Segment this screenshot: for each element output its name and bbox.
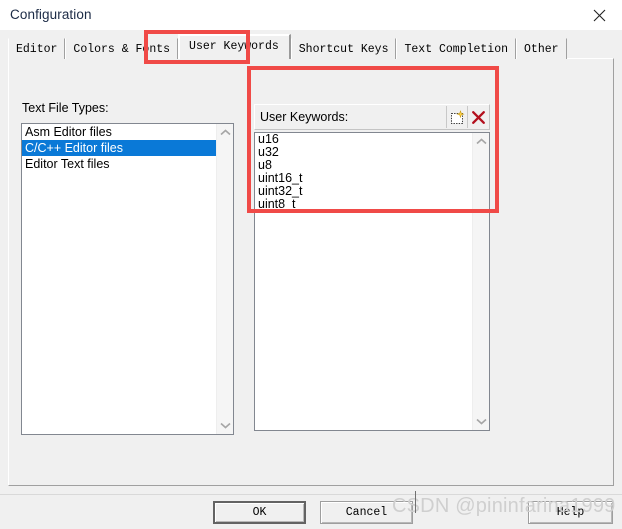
tab-label: User Keywords (189, 40, 279, 53)
list-item[interactable]: uint8_t (255, 198, 472, 211)
tab-label: Colors & Fonts (73, 43, 171, 56)
configuration-dialog: Configuration Editor Colors & Fonts User… (0, 0, 622, 529)
tab-editor[interactable]: Editor (8, 38, 66, 59)
user-keywords-items: u16 u32 u8 uint16_t uint32_t uint8_t (255, 133, 472, 430)
new-keyword-icon (450, 109, 465, 125)
user-keywords-listbox[interactable]: u16 u32 u8 uint16_t uint32_t uint8_t (254, 132, 490, 431)
dialog-footer: OK Cancel Help (0, 495, 622, 529)
help-button[interactable]: Help (528, 501, 613, 524)
tab-label: Shortcut Keys (298, 43, 389, 56)
close-button[interactable] (576, 0, 622, 30)
tab-text-completion[interactable]: Text Completion (396, 38, 517, 59)
tab-user-keywords[interactable]: User Keywords (178, 34, 291, 59)
close-icon (593, 9, 606, 22)
list-item[interactable]: C/C++ Editor files (22, 140, 216, 156)
cancel-button[interactable]: Cancel (320, 501, 413, 524)
cancel-button-label: Cancel (345, 506, 388, 519)
new-keyword-button[interactable] (446, 106, 467, 128)
ok-button[interactable]: OK (213, 501, 306, 524)
scroll-up-icon[interactable] (473, 133, 489, 150)
text-file-types-label: Text File Types: (22, 101, 109, 115)
tab-label: Other (524, 43, 559, 56)
title-bar: Configuration (0, 0, 622, 31)
scroll-down-icon[interactable] (217, 417, 233, 434)
user-keywords-toolbar (446, 106, 488, 128)
list-item[interactable]: Asm Editor files (22, 124, 216, 140)
window-title: Configuration (10, 7, 92, 22)
text-file-types-items: Asm Editor files C/C++ Editor files Edit… (22, 124, 216, 434)
text-caret (415, 491, 416, 513)
keywords-scrollbar[interactable] (472, 133, 489, 430)
list-item[interactable]: u32 (255, 146, 472, 159)
tab-shortcut-keys[interactable]: Shortcut Keys (290, 38, 397, 59)
scroll-up-icon[interactable] (217, 124, 233, 141)
help-button-label: Help (556, 506, 585, 519)
list-item[interactable]: Editor Text files (22, 156, 216, 172)
tab-label: Editor (16, 43, 58, 56)
delete-keyword-icon (471, 110, 486, 125)
user-keywords-label: User Keywords: (260, 110, 349, 124)
tab-label: Text Completion (404, 43, 509, 56)
tab-colors-and-fonts[interactable]: Colors & Fonts (65, 38, 179, 59)
user-keywords-group: User Keywords: u16 u32 u8 uint16_t uint3… (249, 99, 495, 436)
ok-button-label: OK (252, 506, 267, 519)
filetypes-scrollbar[interactable] (216, 124, 233, 434)
user-keywords-header: User Keywords: (254, 104, 490, 130)
delete-keyword-button[interactable] (467, 106, 488, 128)
dialog-client-area: Editor Colors & Fonts User Keywords Shor… (0, 30, 622, 529)
list-item[interactable]: u16 (255, 133, 472, 146)
scroll-down-icon[interactable] (473, 413, 489, 430)
tab-strip: Editor Colors & Fonts User Keywords Shor… (8, 34, 567, 59)
text-file-types-listbox[interactable]: Asm Editor files C/C++ Editor files Edit… (21, 123, 234, 435)
tab-other[interactable]: Other (516, 38, 567, 59)
